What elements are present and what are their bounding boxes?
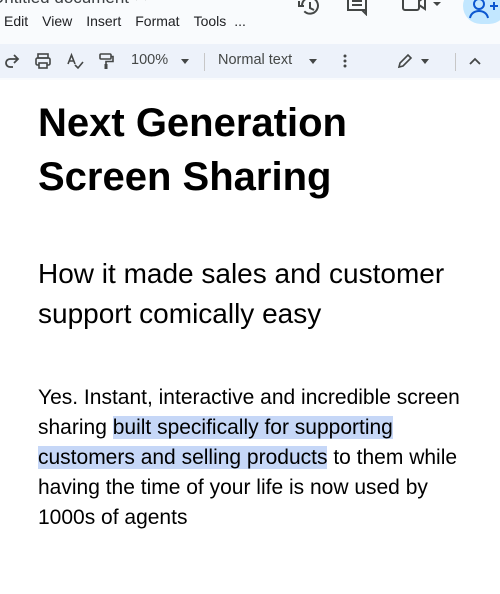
menu-view[interactable]: View bbox=[36, 12, 80, 32]
menu-edit[interactable]: Edit bbox=[0, 12, 36, 32]
toolbar: 100% Normal text bbox=[0, 44, 500, 78]
menubar: Edit View Insert Format Tools ... bbox=[0, 12, 254, 32]
toolbar-divider bbox=[455, 53, 456, 71]
comment-icon[interactable] bbox=[345, 0, 369, 16]
more-options-icon[interactable] bbox=[342, 52, 348, 70]
editing-mode-caret[interactable] bbox=[421, 59, 429, 64]
editing-mode-icon[interactable] bbox=[396, 52, 414, 70]
cloud-status-icon[interactable] bbox=[203, 0, 221, 2]
move-to-folder-icon[interactable] bbox=[168, 0, 184, 2]
document-subheading: How it made sales and customer support c… bbox=[38, 258, 445, 329]
video-call-icon bbox=[402, 0, 441, 11]
paint-format-icon[interactable] bbox=[98, 52, 114, 70]
star-icon[interactable] bbox=[133, 0, 149, 2]
add-person-icon bbox=[469, 0, 498, 19]
print-icon[interactable] bbox=[34, 52, 52, 70]
chevron-up-icon[interactable] bbox=[468, 52, 482, 70]
zoom-dropdown-caret[interactable] bbox=[181, 59, 189, 64]
menu-insert[interactable]: Insert bbox=[80, 12, 129, 32]
menu-format[interactable]: Format bbox=[129, 12, 187, 32]
style-dropdown-caret[interactable] bbox=[309, 59, 317, 64]
toolbar-divider bbox=[204, 53, 205, 71]
version-history-icon[interactable] bbox=[297, 0, 321, 18]
menu-more[interactable]: ... bbox=[234, 12, 254, 32]
body-paragraph: Yes. Instant, interactive and incredible… bbox=[38, 383, 468, 533]
menu-tools[interactable]: Tools bbox=[188, 12, 235, 32]
app-chrome: Untitled document Edit View Insert Forma… bbox=[0, 0, 500, 80]
spellcheck-icon[interactable] bbox=[66, 52, 84, 70]
document-page[interactable]: Next Generation Screen Sharing How it ma… bbox=[0, 80, 500, 594]
paragraph-style-select[interactable]: Normal text bbox=[218, 52, 292, 68]
meet-button[interactable] bbox=[397, 0, 445, 18]
share-button[interactable] bbox=[463, 0, 500, 24]
document-title[interactable]: Untitled document bbox=[0, 0, 129, 8]
zoom-select[interactable]: 100% bbox=[131, 52, 168, 68]
document-heading: Next Generation Screen Sharing bbox=[38, 101, 347, 199]
redo-icon[interactable] bbox=[4, 52, 20, 70]
